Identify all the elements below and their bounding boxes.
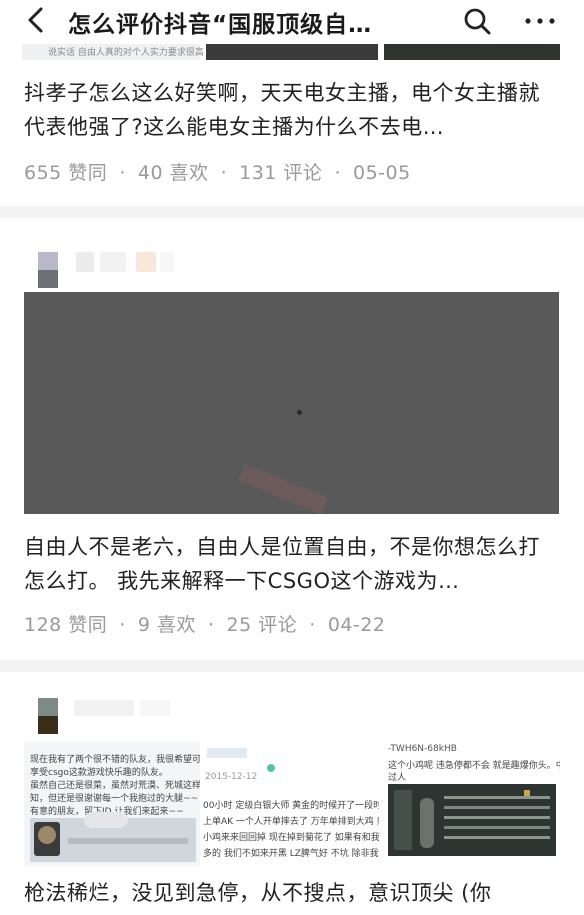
blurred-username	[140, 700, 170, 716]
answer-image-3[interactable]: -TWH6N-68kHB 这个小鸡呢 违急停都不会 就是趣爆你头。中路门框不 过…	[384, 742, 560, 866]
image-text-line: 多的 我们不如来开黑 LZ脾气好 不坑 除非我卡	[203, 849, 379, 859]
favorites-count: 40 喜欢	[137, 162, 209, 184]
image-player-id: -TWH6N-68kHB	[388, 744, 457, 754]
answer-divider	[0, 206, 584, 218]
image-text-line: 知，但还是很谢谢每一个我抱过的大腿~~	[30, 794, 199, 804]
answer-image-2[interactable]: 2015-12-12 00小时 定级白银大师 黄金的时候开了一段时 上单AK 一…	[203, 742, 379, 866]
chevron-left-icon[interactable]	[22, 6, 50, 34]
image-text-line: 享受csgo这款游戏快乐趣的队友。	[30, 768, 168, 778]
answer-excerpt[interactable]: 抖孝子怎么这么好笑啊，天天电女主播，电个女主播就代表他强了?这么能电女主播为什么…	[24, 76, 560, 144]
previous-image-caption: 说实话 自由人真的对个人实力要求很高	[48, 48, 204, 58]
answer-image-1[interactable]: 现在我有了两个很不错的队友，我很希望可以再找两个 享受csgo这款游戏快乐趣的队…	[24, 742, 200, 866]
answer-divider	[0, 660, 584, 672]
image-text-line: 上单AK 一个人开单摔去了 万年单排到大鸡 然	[203, 817, 379, 827]
avatar[interactable]	[38, 252, 58, 288]
blurred-username[interactable]	[74, 700, 134, 716]
answer-excerpt[interactable]: 自由人不是老六，自由人是位置自由，不是你想怎么打怎么打。 我先来解释一下CSGO…	[24, 530, 560, 598]
image-text-line: 这个小鸡呢 违急停都不会 就是趣爆你头。中路门框不	[388, 761, 560, 771]
answer-stats: 655 赞同 · 40 喜欢 · 131 评论 · 05-05	[24, 162, 411, 184]
top-bar: 怎么评价抖音“国服顶级自…	[0, 0, 584, 44]
previous-image-3	[384, 44, 560, 60]
answer-stats: 128 赞同 · 9 喜欢 · 25 评论 · 04-22	[24, 614, 386, 636]
avatar[interactable]	[38, 698, 58, 734]
blurred-username	[136, 252, 156, 272]
likes-count: 655 赞同	[24, 162, 108, 184]
answer-excerpt[interactable]: 枪法稀烂，没见到急停，从不搜点，意识顶尖 (你	[24, 876, 560, 910]
likes-count: 128 赞同	[24, 614, 108, 636]
image-text-line: 现在我有了两个很不错的队友，我很希望可以再找两个	[30, 755, 200, 765]
blurred-username	[100, 252, 126, 272]
previous-image-2	[206, 44, 378, 60]
comments-count[interactable]: 131 评论	[239, 162, 322, 184]
blurred-username	[160, 252, 174, 272]
more-dots-icon[interactable]	[522, 4, 558, 34]
image-text-line: 小鸡来来回回掉 现在掉到菊花了 如果有和我	[203, 833, 379, 843]
previous-answer-images: 说实话 自由人真的对个人实力要求很高	[0, 44, 584, 62]
favorites-count: 9 喜欢	[137, 614, 196, 636]
blurred-username[interactable]	[76, 252, 94, 272]
image-text-line: 过人	[388, 773, 407, 783]
comments-count[interactable]: 25 评论	[227, 614, 298, 636]
image-date: 2015-12-12	[205, 772, 258, 782]
video-thumbnail[interactable]	[24, 292, 559, 515]
image-text-line: 00小时 定级白银大师 黄金的时候开了一段时	[203, 801, 379, 811]
previous-image-1: 说实话 自由人真的对个人实力要求很高	[22, 44, 204, 60]
image-text-line: 虽然自己还是很菜，虽然对荒漠、死城这样的图缺乏认	[30, 781, 200, 791]
answer-date: 05-05	[352, 162, 411, 184]
question-title[interactable]: 怎么评价抖音“国服顶级自…	[68, 5, 372, 39]
search-icon[interactable]	[462, 6, 492, 36]
answer-date: 04-22	[327, 614, 386, 636]
